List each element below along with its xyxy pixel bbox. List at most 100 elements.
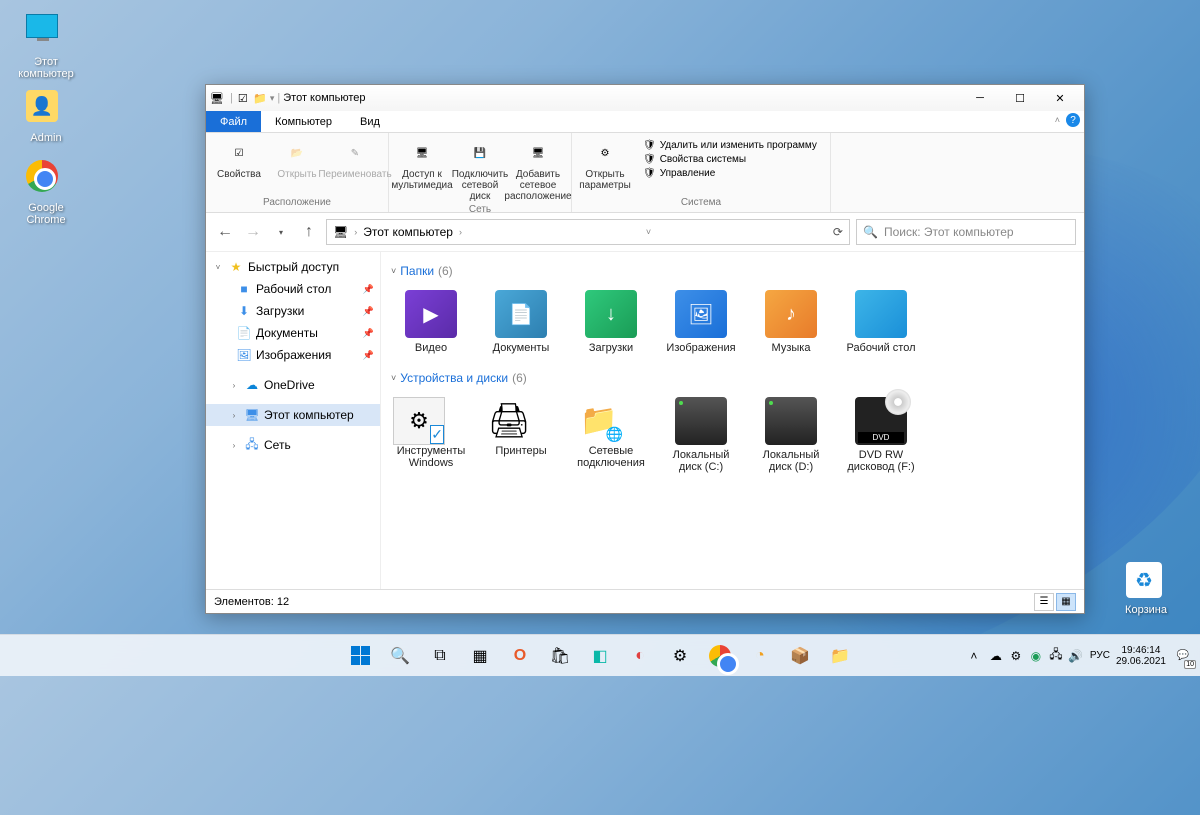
folder-icon: 📁	[830, 646, 850, 666]
nav-recent-button[interactable]: ▾	[270, 221, 292, 243]
folder-item[interactable]: Рабочий стол	[841, 286, 921, 359]
chevron-right-icon[interactable]: ›	[228, 381, 240, 390]
tray-volume-icon[interactable]: 🔊	[1068, 648, 1084, 664]
device-item[interactable]: 📁🌐Сетевые подключения	[571, 393, 651, 478]
taskbar-explorer[interactable]: 📁	[822, 638, 858, 674]
chevron-right-icon[interactable]: ›	[354, 227, 357, 237]
maximize-button[interactable]: ☐	[1000, 85, 1040, 111]
sidebar-onedrive[interactable]: › ☁ OneDrive	[206, 374, 380, 396]
chrome-icon	[26, 160, 66, 200]
folder-icon: 📄	[495, 290, 547, 338]
address-bar[interactable]: 🖥 › Этот компьютер › ˅ ⟳	[326, 219, 850, 245]
chevron-right-icon[interactable]: ›	[228, 411, 240, 420]
taskbar-clock[interactable]: 19:46:14 29.06.2021	[1116, 645, 1166, 667]
tab-file[interactable]: Файл	[206, 111, 261, 132]
address-row: ← → ▾ ↑ 🖥 › Этот компьютер › ˅ ⟳ 🔍 Поиск…	[206, 213, 1084, 252]
tray-steam-icon[interactable]: ⚙	[1008, 648, 1024, 664]
folder-item[interactable]: ▶Видео	[391, 286, 471, 359]
task-view-button[interactable]: ⧉	[422, 638, 458, 674]
ribbon-properties[interactable]: ☑ Свойства	[212, 137, 266, 182]
chevron-right-icon[interactable]: ›	[459, 227, 462, 237]
language-indicator[interactable]: РУС	[1090, 650, 1110, 661]
sidebar-network[interactable]: › 🖧 Сеть	[206, 434, 380, 456]
ribbon-manage[interactable]: 🛡Управление	[640, 167, 820, 180]
monitor-icon	[26, 14, 66, 54]
chevron-down-icon[interactable]: ▾	[270, 93, 275, 104]
widgets-button[interactable]: ▦	[462, 638, 498, 674]
device-item[interactable]: 🖨Принтеры	[481, 393, 561, 478]
ribbon-rename[interactable]: ✎ Переименовать	[328, 137, 382, 182]
desktop-icon-admin[interactable]: Admin	[10, 90, 82, 144]
help-button[interactable]: ?	[1066, 113, 1080, 127]
folder-item[interactable]: ↓Загрузки	[571, 286, 651, 359]
ribbon-system-properties[interactable]: 🛡Свойства системы	[640, 153, 820, 166]
view-details-button[interactable]: ☰	[1034, 593, 1054, 611]
search-icon: 🔍	[390, 646, 410, 666]
ribbon-open-settings[interactable]: ⚙ Открыть параметры	[578, 137, 632, 193]
checkbox-icon[interactable]: ☑	[236, 91, 250, 105]
taskbar-app[interactable]: 📦	[782, 638, 818, 674]
chrome-icon	[709, 645, 731, 667]
chevron-down-icon[interactable]: ˅	[212, 263, 224, 272]
taskbar-store[interactable]: 🛍	[542, 638, 578, 674]
notifications-button[interactable]: 💬 10	[1172, 645, 1194, 667]
sidebar-this-pc[interactable]: › 🖥 Этот компьютер	[206, 404, 380, 426]
close-button[interactable]: ✕	[1040, 85, 1080, 111]
chevron-down-icon[interactable]: ˅	[646, 227, 651, 237]
ribbon-map-drive[interactable]: 💾 Подключить сетевой диск	[453, 137, 507, 204]
tray-chevron-up[interactable]: ˄	[966, 648, 982, 664]
tray-icon[interactable]: ☁	[988, 648, 1004, 664]
nav-up-button[interactable]: ↑	[298, 221, 320, 243]
taskbar-app[interactable]: ◔	[742, 638, 778, 674]
ribbon-uninstall-program[interactable]: 🛡Удалить или изменить программу	[640, 139, 820, 152]
minimize-button[interactable]: ─	[960, 85, 1000, 111]
tab-computer[interactable]: Компьютер	[261, 111, 346, 132]
tray-icon[interactable]: ◉	[1028, 648, 1044, 664]
ribbon-add-network[interactable]: 🖥 Добавить сетевое расположение	[511, 137, 565, 204]
taskbar-steam[interactable]: ⚙	[662, 638, 698, 674]
taskbar-chrome[interactable]	[702, 638, 738, 674]
refresh-button[interactable]: ⟳	[833, 225, 843, 239]
sidebar-item-pictures[interactable]: 🖼 Изображения 📌	[206, 344, 380, 366]
chevron-right-icon[interactable]: ›	[228, 441, 240, 450]
tray-network-icon[interactable]: 🖧	[1048, 648, 1064, 664]
device-item[interactable]: Локальный диск (D:)	[751, 393, 831, 478]
taskbar-app[interactable]: ◧	[582, 638, 618, 674]
taskbar-app[interactable]: ◐	[622, 638, 658, 674]
device-item[interactable]: Локальный диск (C:)	[661, 393, 741, 478]
titlebar[interactable]: 🖥 | ☑ 📁 ▾ | Этот компьютер ─ ☐ ✕	[206, 85, 1084, 111]
media-icon: 🖥	[408, 139, 436, 167]
tab-view[interactable]: Вид	[346, 111, 394, 132]
chevron-up-icon[interactable]: ˄	[1055, 115, 1060, 125]
sidebar-item-downloads[interactable]: ⬇ Загрузки 📌	[206, 300, 380, 322]
folder-item[interactable]: 📄Документы	[481, 286, 561, 359]
folder-item[interactable]: ♪Музыка	[751, 286, 831, 359]
folder-item[interactable]: 🖼Изображения	[661, 286, 741, 359]
sidebar-item-desktop[interactable]: ■ Рабочий стол 📌	[206, 278, 380, 300]
device-item[interactable]: DVDDVD RW дисковод (F:)	[841, 393, 921, 478]
view-icons-button[interactable]: ▦	[1056, 593, 1076, 611]
ribbon-media-access[interactable]: 🖥 Доступ к мультимедиа	[395, 137, 449, 193]
picture-icon: 🖼	[236, 347, 252, 363]
pin-icon: 📌	[363, 350, 374, 361]
sidebar-quick-access[interactable]: ˅ ★ Быстрый доступ	[206, 256, 380, 278]
desktop-icon-this-pc[interactable]: Этот компьютер	[10, 14, 82, 80]
search-button[interactable]: 🔍	[382, 638, 418, 674]
breadcrumb[interactable]: Этот компьютер	[363, 225, 453, 239]
notification-badge: 10	[1184, 660, 1196, 669]
start-button[interactable]	[342, 638, 378, 674]
search-input[interactable]: 🔍 Поиск: Этот компьютер	[856, 219, 1076, 245]
sidebar-item-documents[interactable]: 📄 Документы 📌	[206, 322, 380, 344]
desktop-icon-chrome[interactable]: Google Chrome	[10, 160, 82, 226]
nav-back-button[interactable]: ←	[214, 221, 236, 243]
nav-forward-button[interactable]: →	[242, 221, 264, 243]
taskbar-app[interactable]: O	[502, 638, 538, 674]
desktop-icon-recycle-bin[interactable]: ♻ Корзина	[1110, 562, 1182, 616]
app-icon: O	[514, 647, 526, 665]
section-header-folders[interactable]: ˅ Папки (6)	[391, 264, 1074, 278]
device-item[interactable]: ⚙✓Инструменты Windows	[391, 393, 471, 478]
section-header-devices[interactable]: ˅ Устройства и диски (6)	[391, 371, 1074, 385]
ribbon-open[interactable]: 📂 Открыть	[270, 137, 324, 182]
app-icon: ◐	[635, 647, 645, 665]
rename-icon: ✎	[341, 139, 369, 167]
